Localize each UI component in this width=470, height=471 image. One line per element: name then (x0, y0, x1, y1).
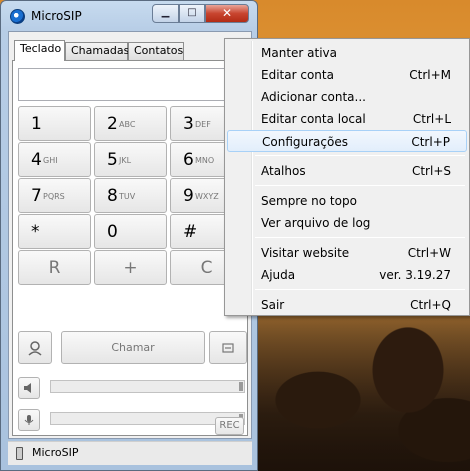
menu-item-label: Atalhos (261, 164, 306, 178)
transfer-button[interactable] (209, 331, 247, 364)
user-icon (28, 341, 42, 356)
status-text: MicroSIP (32, 446, 79, 459)
key-letters: DEF (195, 120, 211, 129)
microsip-window: MicroSIP ▁ □ ✕ Teclado Chamadas Contatos… (0, 0, 258, 471)
key-1[interactable]: 1 (18, 106, 91, 141)
slider-thumb[interactable] (239, 382, 243, 391)
key-digit: 0 (107, 222, 118, 242)
key-letters: TUV (119, 192, 136, 201)
key-digit: 4 (31, 150, 42, 170)
menu-item-label: Editar conta local (261, 112, 366, 126)
menu-item-ajuda[interactable]: Ajuda ver. 3.19.27 (227, 264, 467, 286)
client-area: Teclado Chamadas Contatos 1 2 ABC 3 DEF 4 GHI 5… (8, 31, 252, 439)
key-digit: # (183, 222, 198, 242)
menu-item-adicionar-conta[interactable]: Adicionar conta... (227, 86, 467, 108)
keypad-panel: 1 2 ABC 3 DEF 4 GHI 5 JKL 6 MNO 7 PQRS 8 TUV 9 WXYZ * 0 # R +… (12, 60, 248, 436)
menu-item-shortcut: Ctrl+P (411, 135, 450, 149)
menu-item-shortcut: Ctrl+S (411, 164, 451, 178)
key-letters: JKL (119, 156, 132, 165)
key-label: + (123, 258, 138, 278)
key-digit: 8 (107, 186, 118, 206)
context-menu: Manter ativa Editar conta Ctrl+M Adicionar … (224, 38, 470, 316)
key-digit: 9 (183, 186, 194, 206)
tab-teclado[interactable]: Teclado (14, 40, 65, 61)
menu-item-label: Configurações (262, 135, 348, 149)
title-bar[interactable]: MicroSIP ▁ □ ✕ (1, 1, 257, 31)
call-button[interactable]: Chamar (61, 331, 205, 364)
key-letters: PQRS (43, 192, 65, 201)
key-2[interactable]: 2 ABC (94, 106, 167, 141)
mic-mute-button[interactable] (18, 409, 40, 431)
number-input[interactable] (18, 68, 243, 101)
menu-separator (255, 185, 465, 186)
key-plus[interactable]: + (94, 250, 167, 285)
menu-separator (255, 155, 465, 156)
menu-separator (255, 289, 465, 290)
key-digit: 5 (107, 150, 118, 170)
key-label: R (48, 258, 61, 278)
menu-item-shortcut: ver. 3.19.27 (379, 268, 451, 282)
close-button[interactable]: ✕ (205, 4, 249, 23)
menu-item-sempre-no-topo[interactable]: Sempre no topo (227, 190, 467, 212)
menu-item-ver-arquivo-de-log[interactable]: Ver arquivo de log (227, 212, 467, 234)
tab-contatos[interactable]: Contatos (128, 42, 184, 60)
menu-item-label: Ver arquivo de log (261, 216, 371, 230)
menu-separator (255, 237, 465, 238)
menu-item-label: Editar conta (261, 68, 334, 82)
rec-button[interactable]: REC (215, 417, 244, 435)
key-letters: MNO (195, 156, 215, 165)
key-redial[interactable]: R (18, 250, 91, 285)
status-bar: MicroSIP (8, 441, 252, 465)
menu-item-visitar-website[interactable]: Visitar website Ctrl+W (227, 242, 467, 264)
key-4[interactable]: 4 GHI (18, 142, 91, 177)
window-title: MicroSIP (31, 9, 82, 23)
menu-item-shortcut: Ctrl+W (407, 246, 451, 260)
speaker-volume-slider[interactable] (50, 380, 245, 393)
menu-item-sair[interactable]: Sair Ctrl+Q (227, 294, 467, 316)
menu-item-manter-ativa[interactable]: Manter ativa (227, 42, 467, 64)
menu-item-label: Sair (261, 298, 285, 312)
key-letters: ABC (119, 120, 136, 129)
key-8[interactable]: 8 TUV (94, 178, 167, 213)
key-5[interactable]: 5 JKL (94, 142, 167, 177)
speaker-mute-button[interactable] (18, 377, 40, 399)
menu-item-shortcut: Ctrl+Q (410, 298, 451, 312)
key-digit: * (31, 222, 40, 242)
speaker-icon (24, 383, 31, 393)
maximize-button[interactable]: □ (179, 4, 205, 23)
key-digit: 2 (107, 114, 118, 134)
menu-item-label: Sempre no topo (261, 194, 357, 208)
key-letters: WXYZ (195, 192, 219, 201)
tab-chamadas[interactable]: Chamadas (65, 42, 129, 60)
key-digit: 6 (183, 150, 194, 170)
desktop-wallpaper (258, 310, 470, 471)
key-7[interactable]: 7 PQRS (18, 178, 91, 213)
menu-item-shortcut: Ctrl+L (412, 112, 451, 126)
key-letters: GHI (43, 156, 58, 165)
contact-button[interactable] (18, 331, 52, 364)
microphone-icon (24, 415, 34, 425)
menu-item-editar-conta[interactable]: Editar conta Ctrl+M (227, 64, 467, 86)
menu-item-shortcut: Ctrl+M (409, 68, 451, 82)
menu-item-label: Visitar website (261, 246, 350, 260)
key-digit: 3 (183, 114, 194, 134)
key-0[interactable]: 0 (94, 214, 167, 249)
menu-item-label: Ajuda (261, 268, 296, 282)
menu-item-label: Adicionar conta... (261, 90, 366, 104)
phone-transfer-icon (222, 343, 234, 353)
menu-item-atalhos[interactable]: Atalhos Ctrl+S (227, 160, 467, 182)
key-star[interactable]: * (18, 214, 91, 249)
key-digit: 7 (31, 186, 42, 206)
minimize-button[interactable]: ▁ (152, 4, 179, 23)
menu-item-label: Manter ativa (261, 46, 337, 60)
microsip-logo-icon (10, 9, 25, 24)
menu-item-editar-conta-local[interactable]: Editar conta local Ctrl+L (227, 108, 467, 130)
phone-status-icon (16, 447, 23, 460)
menu-item-configuracoes[interactable]: Configurações Ctrl+P (227, 130, 467, 152)
key-digit: 1 (31, 114, 42, 134)
